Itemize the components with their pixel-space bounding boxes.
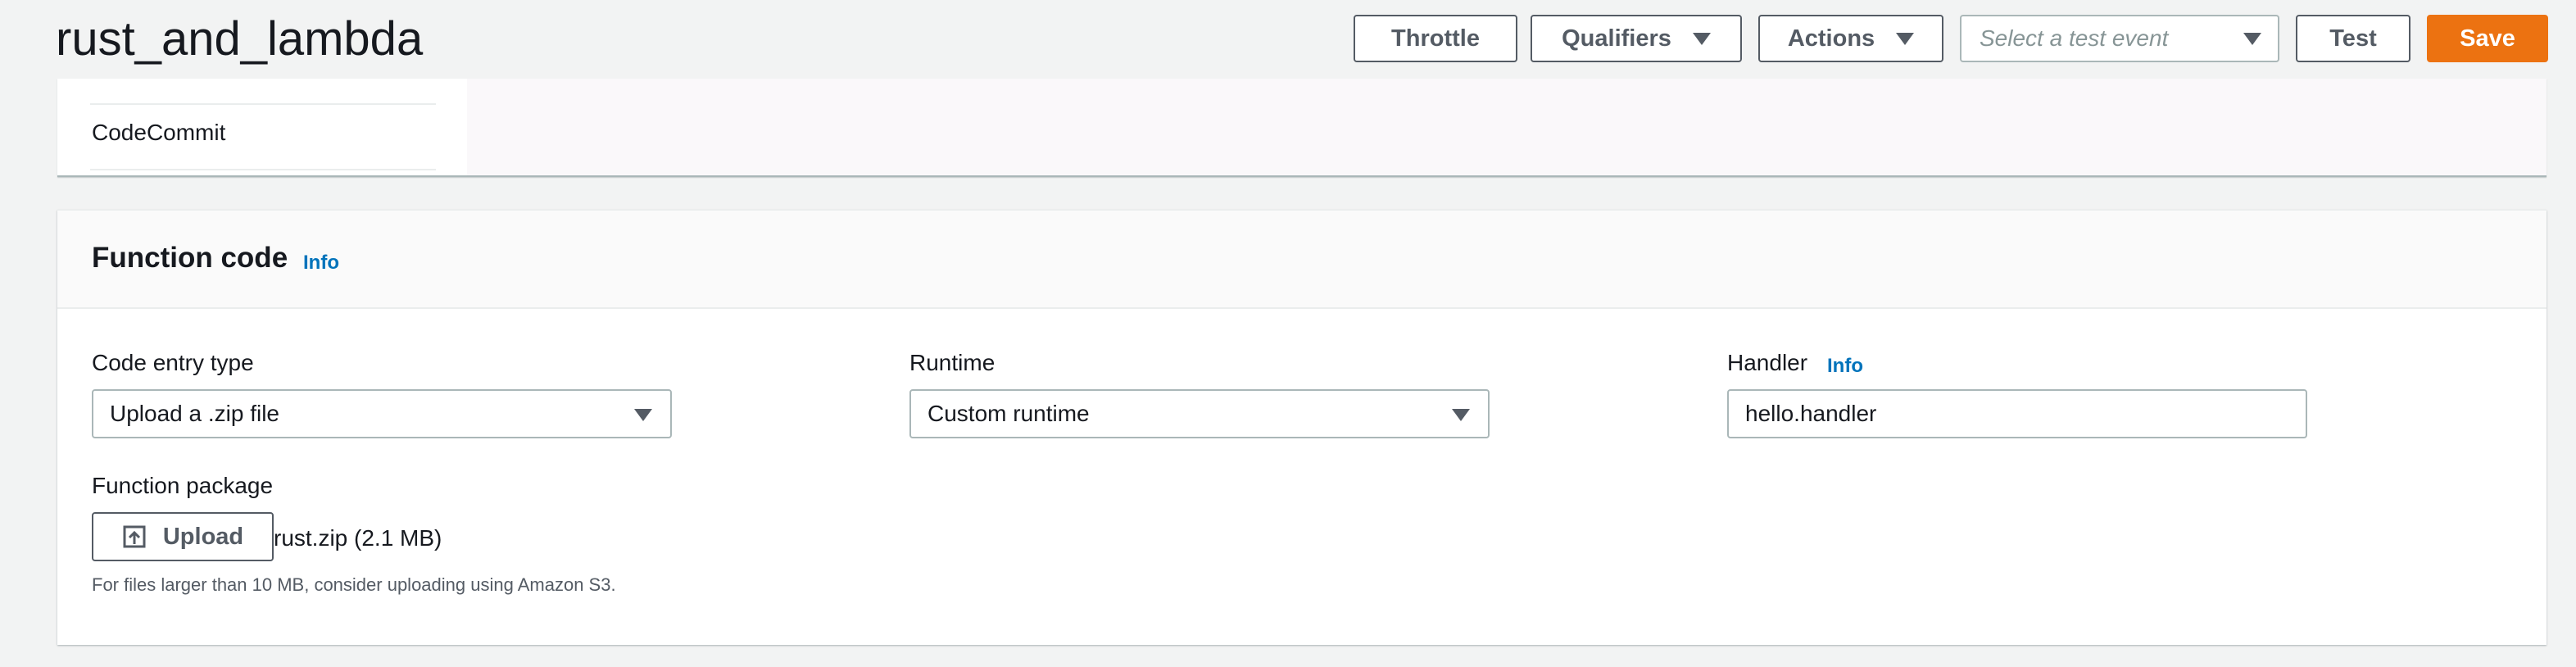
function-title: rust_and_lambda — [56, 12, 424, 66]
uploaded-file-info: rust.zip (2.1 MB) — [274, 525, 442, 551]
caret-down-icon — [634, 409, 652, 421]
function-code-info-link[interactable]: Info — [303, 252, 339, 275]
caret-down-icon — [2243, 33, 2261, 45]
handler-label: Handler — [1727, 350, 1808, 375]
runtime-label: Runtime — [909, 350, 995, 375]
save-button-label: Save — [2460, 25, 2515, 52]
trigger-sidebar: CodeCommit — [57, 79, 467, 175]
test-event-placeholder: Select a test event — [1980, 25, 2169, 51]
sidebar-item-codecommit[interactable]: CodeCommit — [92, 120, 225, 146]
code-entry-type-value: Upload a .zip file — [110, 401, 280, 426]
qualifiers-label: Qualifiers — [1562, 25, 1671, 52]
caret-down-icon — [1452, 409, 1470, 421]
upload-button[interactable]: Upload — [92, 512, 274, 561]
test-event-select[interactable]: Select a test event — [1960, 15, 2279, 62]
function-code-title: Function code — [92, 242, 288, 274]
test-button-label: Test — [2329, 25, 2377, 52]
handler-info-link[interactable]: Info — [1827, 355, 1863, 378]
actions-dropdown[interactable]: Actions — [1758, 15, 1943, 62]
function-package-label: Function package — [92, 473, 274, 498]
code-entry-type-label: Code entry type — [92, 350, 254, 375]
divider — [90, 169, 436, 170]
caret-down-icon — [1692, 32, 1711, 45]
runtime-select[interactable]: Custom runtime — [909, 389, 1490, 438]
page-header: rust_and_lambda Throttle Qualifiers Acti… — [0, 0, 2576, 79]
caret-down-icon — [1896, 32, 1915, 45]
test-button[interactable]: Test — [2296, 15, 2410, 62]
lambda-function-page: CodeCommit rust_and_lambda Throttle Qual… — [0, 0, 2576, 667]
actions-label: Actions — [1787, 25, 1875, 52]
function-code-header: Function code Info — [57, 211, 2547, 309]
throttle-button[interactable]: Throttle — [1354, 15, 1517, 62]
qualifiers-dropdown[interactable]: Qualifiers — [1531, 15, 1742, 62]
function-code-panel: Function code Info Code entry type Uploa… — [57, 210, 2547, 645]
throttle-button-label: Throttle — [1391, 25, 1480, 52]
divider — [90, 103, 436, 105]
runtime-value: Custom runtime — [927, 401, 1090, 426]
upload-icon — [123, 525, 146, 548]
save-button[interactable]: Save — [2427, 15, 2548, 62]
code-entry-type-select[interactable]: Upload a .zip file — [92, 389, 672, 438]
upload-button-label: Upload — [162, 523, 244, 550]
designer-panel: CodeCommit — [57, 79, 2547, 177]
upload-help-text: For files larger than 10 MB, consider up… — [92, 574, 616, 595]
handler-input[interactable] — [1727, 389, 2307, 438]
